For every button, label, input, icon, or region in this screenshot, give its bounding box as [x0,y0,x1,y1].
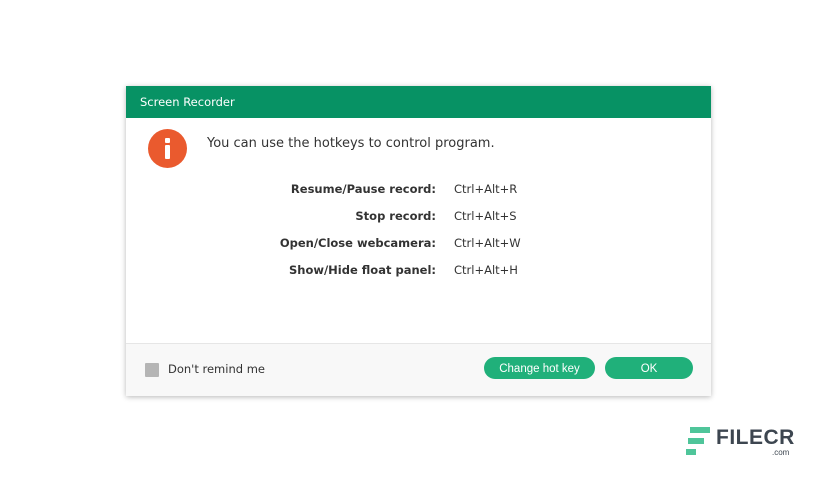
screen: Screen Recorder You can use the hotkeys … [0,0,836,484]
dialog-message: You can use the hotkeys to control progr… [207,136,495,151]
dont-remind-label[interactable]: Don't remind me [168,362,265,376]
hotkey-keys-value: Ctrl+Alt+W [454,236,521,250]
hotkey-action-label: Open/Close webcamera: [279,236,436,250]
info-icon-dot [165,138,170,143]
info-icon-bar [165,145,170,159]
watermark-brand: FILECR [716,426,795,449]
hotkey-row: Resume/Pause record: Ctrl+Alt+R [126,182,711,198]
hotkey-action-label: Show/Hide float panel: [288,263,436,277]
info-icon [148,129,187,168]
ok-button[interactable]: OK [605,357,693,379]
hotkey-action-label: Stop record: [355,209,436,223]
hotkey-action-label: Resume/Pause record: [290,182,436,196]
dont-remind-checkbox[interactable] [145,363,159,377]
hotkey-row: Show/Hide float panel: Ctrl+Alt+H [126,263,711,279]
hotkey-row: Open/Close webcamera: Ctrl+Alt+W [126,236,711,252]
hotkey-info-dialog: Screen Recorder You can use the hotkeys … [126,86,711,396]
hotkey-row: Stop record: Ctrl+Alt+S [126,209,711,225]
hotkey-keys-value: Ctrl+Alt+R [454,182,518,196]
filecr-watermark: FILECR .com [686,424,796,460]
watermark-suffix: .com [772,448,790,457]
dialog-footer: Don't remind me Change hot key OK [126,344,711,396]
hotkey-keys-value: Ctrl+Alt+H [454,263,518,277]
change-hotkey-button[interactable]: Change hot key [484,357,595,379]
dialog-titlebar: Screen Recorder [126,86,711,118]
filecr-logo-icon [686,427,710,455]
hotkey-keys-value: Ctrl+Alt+S [454,209,517,223]
dialog-title: Screen Recorder [140,95,235,109]
